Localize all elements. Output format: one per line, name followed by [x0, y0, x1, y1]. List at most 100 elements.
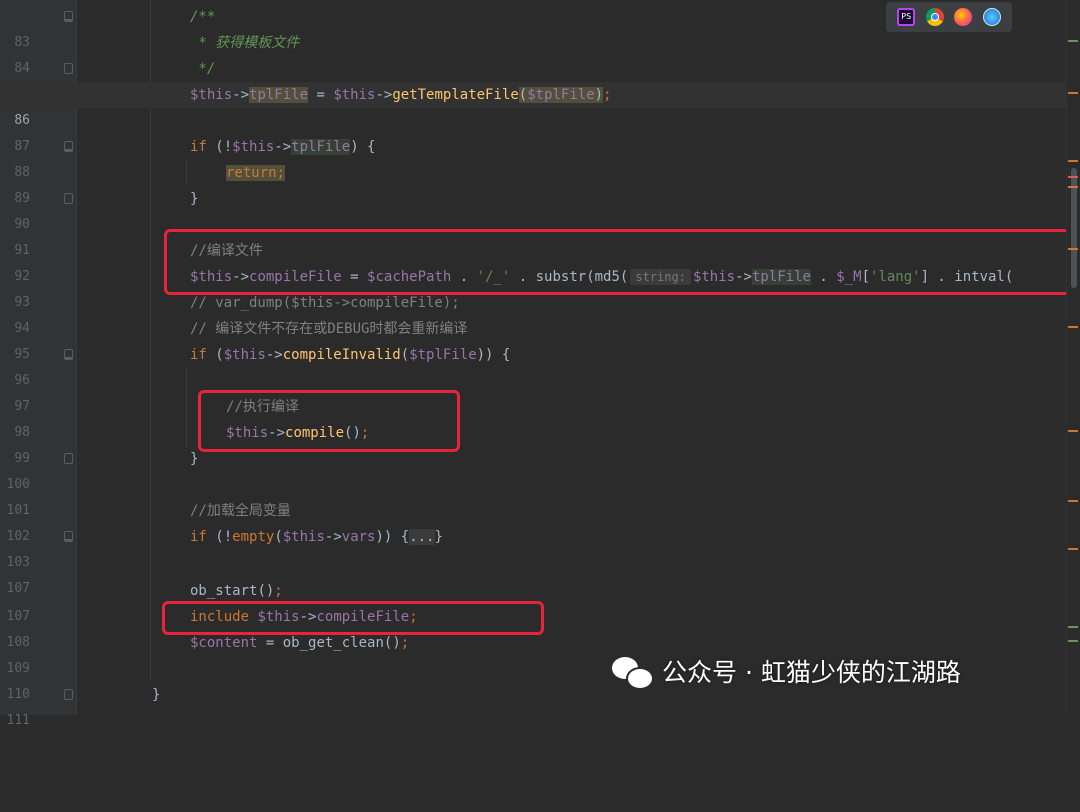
- fold-marker[interactable]: [64, 453, 73, 464]
- fold-marker[interactable]: [64, 193, 73, 204]
- code-text: if ($this->compileInvalid($tplFile)) {: [190, 342, 510, 368]
- error-stripe-mark[interactable]: [1068, 626, 1078, 628]
- fold-marker[interactable]: [64, 689, 73, 700]
- brace-token: }: [190, 191, 199, 207]
- error-stripe-mark[interactable]: [1068, 548, 1078, 550]
- semicolon-token: ;: [603, 87, 612, 103]
- code-line[interactable]: 100 }: [0, 446, 1080, 492]
- comment-token: // 编译文件不存在或DEBUG时都会重新编译: [190, 321, 468, 337]
- code-line[interactable]: 88 if (!$this->tplFile) {: [0, 134, 1080, 180]
- arrow-token: ->: [324, 529, 342, 545]
- field-token: tplFile: [249, 87, 309, 103]
- function-token: ob_start: [190, 583, 258, 599]
- this-token: $this: [282, 529, 325, 545]
- paren-token: (): [383, 635, 401, 651]
- error-stripe-mark[interactable]: [1068, 92, 1078, 94]
- code-text: $this->tplFile = $this->getTemplateFile(…: [190, 82, 612, 108]
- scrollbar[interactable]: [1066, 0, 1080, 715]
- brace-token: ) {: [350, 139, 376, 155]
- code-line[interactable]: 103 if (!empty($this->vars)) {...}: [0, 524, 1080, 570]
- comment-token: //加载全局变量: [190, 503, 291, 519]
- code-text: //加载全局变量: [190, 498, 291, 524]
- keyword-token: empty: [232, 529, 275, 545]
- arrow-token: ->: [375, 87, 393, 103]
- code-line[interactable]: 99 $this->compile();: [0, 420, 1080, 466]
- operator-token: =: [308, 87, 334, 103]
- operator-token: =: [257, 635, 283, 651]
- brace-token: }: [434, 529, 443, 545]
- code-text: }: [190, 446, 198, 472]
- fold-marker[interactable]: [64, 63, 73, 74]
- operator-token: (!: [206, 529, 233, 545]
- browser-open-toolbar: PS: [886, 2, 1012, 32]
- error-stripe-mark[interactable]: [1068, 176, 1078, 178]
- watermark-text: 公众号 · 虹猫少侠的江湖路: [662, 658, 961, 687]
- error-stripe-mark[interactable]: [1068, 430, 1078, 432]
- code-line[interactable]: 89 return;: [0, 160, 1080, 206]
- code-line[interactable]: 107: [0, 550, 1080, 596]
- fold-marker[interactable]: [64, 11, 73, 22]
- code-text: /**: [190, 4, 215, 30]
- arrow-token: ->: [274, 139, 292, 155]
- this-token: $this: [232, 139, 275, 155]
- comment-token: // var_dump($this->compileFile);: [190, 295, 460, 311]
- error-stripe-mark[interactable]: [1068, 40, 1078, 42]
- code-line[interactable]: 87: [0, 108, 1080, 154]
- fold-marker[interactable]: [64, 141, 73, 152]
- firefox-icon[interactable]: [954, 8, 973, 26]
- code-line[interactable]: 97: [0, 368, 1080, 414]
- code-text: if (!$this->tplFile) {: [190, 134, 375, 160]
- this-token: $this: [333, 87, 376, 103]
- error-stripe-mark[interactable]: [1068, 186, 1078, 188]
- paren-token: (: [274, 529, 283, 545]
- keyword-token: if: [190, 529, 207, 545]
- paren-token: (: [206, 347, 224, 363]
- variable-token: $tplFile: [409, 347, 477, 363]
- doc-comment: */: [190, 61, 216, 77]
- folded-code-placeholder[interactable]: ...: [409, 529, 435, 545]
- this-token: $this: [223, 347, 266, 363]
- field-token: tplFile: [291, 139, 351, 155]
- error-stripe-mark[interactable]: [1068, 248, 1078, 250]
- method-token: getTemplateFile: [392, 87, 519, 103]
- fold-marker[interactable]: [64, 531, 73, 542]
- arrow-token: ->: [265, 347, 283, 363]
- brace-token: }: [152, 687, 161, 703]
- phpstorm-icon[interactable]: PS: [897, 8, 916, 26]
- keyword-token: if: [190, 347, 207, 363]
- safari-icon[interactable]: [982, 8, 1001, 26]
- highlight-box-include: [162, 601, 544, 635]
- keyword-token: return;: [226, 165, 286, 181]
- brace-token: }: [190, 451, 199, 467]
- code-text: if (!empty($this->vars)) {...}: [190, 524, 443, 550]
- code-line[interactable]: 102 //加载全局变量: [0, 498, 1080, 544]
- error-stripe-mark[interactable]: [1068, 326, 1078, 328]
- code-line-current[interactable]: 86 $this->tplFile = $this->getTemplateFi…: [0, 82, 1080, 128]
- code-line[interactable]: 98 //执行编译: [0, 394, 1080, 440]
- code-line[interactable]: 107 ob_start();: [0, 578, 1080, 624]
- error-stripe-mark[interactable]: [1068, 160, 1078, 162]
- paren-token: (: [400, 347, 410, 363]
- code-line[interactable]: 101: [0, 472, 1080, 518]
- code-text: // 编译文件不存在或DEBUG时都会重新编译: [190, 316, 467, 342]
- field-token: vars: [341, 529, 376, 545]
- code-line[interactable]: 90 }: [0, 186, 1080, 232]
- code-line[interactable]: 84 * 获得模板文件: [0, 30, 1080, 76]
- highlight-box-compile-call: [198, 390, 460, 452]
- method-token: compileInvalid: [282, 347, 401, 363]
- code-line[interactable]: 95 // 编译文件不存在或DEBUG时都会重新编译: [0, 316, 1080, 362]
- code-line[interactable]: 96 if ($this->compileInvalid($tplFile)) …: [0, 342, 1080, 388]
- error-stripe-mark[interactable]: [1068, 640, 1078, 642]
- code-editor[interactable]: 83 /** 84 * 获得模板文件 85 */ 86 $this->tplFi…: [0, 0, 1080, 728]
- line-number: 111: [6, 713, 30, 728]
- fold-marker[interactable]: [64, 349, 73, 360]
- chrome-icon[interactable]: [925, 8, 944, 26]
- error-stripe-mark[interactable]: [1068, 500, 1078, 502]
- brace-token: )) {: [375, 529, 410, 545]
- doc-comment: * 获得模板文件: [190, 35, 300, 51]
- semicolon-token: ;: [274, 583, 283, 599]
- paren-token: (: [518, 87, 528, 103]
- code-line[interactable]: 85 */: [0, 56, 1080, 102]
- paren-token: ): [594, 87, 604, 103]
- operator-token: (!: [206, 139, 233, 155]
